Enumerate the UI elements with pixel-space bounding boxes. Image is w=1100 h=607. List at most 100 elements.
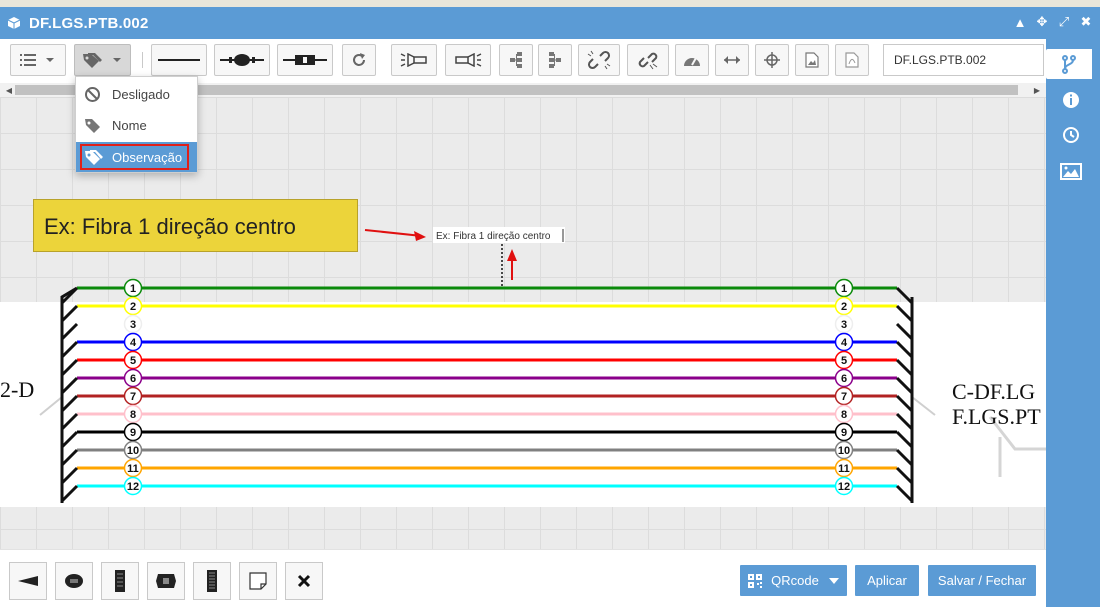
flashlight-left-button[interactable] (391, 44, 437, 76)
toolbar-separator (142, 52, 143, 68)
tag-icon (82, 53, 121, 68)
cable-band (0, 302, 1046, 507)
cube-icon (7, 17, 21, 29)
sidebar-item-pictures[interactable] (1051, 156, 1091, 186)
connector-icon (283, 55, 327, 65)
sidebar-item-connections[interactable] (1046, 49, 1092, 79)
fiber-right-number: 8 (841, 409, 847, 421)
diagram-name-input[interactable] (883, 44, 1044, 76)
splice-node-icon (220, 54, 264, 66)
connector-box-icon (156, 574, 176, 588)
scroll-right-icon[interactable]: ▶ (1030, 83, 1044, 97)
splice-node-button[interactable] (214, 44, 270, 76)
sidebar-item-info[interactable] (1051, 85, 1091, 115)
fiber-left-number: 3 (130, 319, 136, 331)
link-break-button[interactable] (627, 44, 669, 76)
fiber-right-number: 12 (838, 481, 850, 493)
crosshair-button[interactable] (755, 44, 789, 76)
label-dropdown-button[interactable] (74, 44, 131, 76)
fiber-right-number: 10 (838, 445, 850, 457)
menu-item-label: Nome (112, 118, 147, 133)
expand-icon[interactable]: ⤢ (1056, 14, 1072, 30)
apply-button[interactable]: Aplicar (855, 565, 919, 596)
fiber-left-number: 6 (130, 373, 136, 385)
qrcode-button[interactable]: QRcode (740, 565, 847, 596)
add-wedge-button[interactable] (9, 562, 47, 600)
fiber-left-number: 12 (127, 481, 139, 493)
move-icon[interactable]: ✥ (1034, 14, 1050, 30)
close-window-icon[interactable]: ✖ (1078, 14, 1094, 30)
annotation-label[interactable]: Ex: Fibra 1 direção centro (436, 231, 551, 242)
collapse-icon[interactable]: ▲ (1012, 14, 1028, 30)
tree-left-icon (510, 52, 522, 68)
refresh-button[interactable] (342, 44, 376, 76)
flashlight-left-icon (400, 53, 427, 67)
export-image-button[interactable] (795, 44, 829, 76)
right-cable-label-1: C-DF.LG (952, 379, 1035, 404)
sidebar-item-history[interactable] (1051, 120, 1091, 150)
fiber-right-number: 2 (841, 301, 847, 313)
scroll-left-icon[interactable]: ◀ (2, 83, 16, 97)
app-window: DF.LGS.PTB.002 ▲ ✥ ⤢ ✖ DF.LGS.PTB.002 ◀ … (0, 0, 1100, 607)
fiber-right-number: 11 (838, 463, 850, 475)
add-connector-box-button[interactable] (147, 562, 185, 600)
right-cable-label-2: F.LGS.PT (952, 404, 1041, 429)
add-note-button[interactable] (239, 562, 277, 600)
pdf-icon (845, 52, 859, 68)
rack-icon (207, 570, 217, 592)
remove-button[interactable] (285, 562, 323, 600)
red-arrowhead-right (414, 231, 426, 241)
tree-right-icon (549, 52, 561, 68)
tree-right-button[interactable] (538, 44, 572, 76)
picture-icon (1060, 162, 1082, 180)
fiber-right-number: 7 (841, 391, 847, 403)
fiber-right-number: 3 (841, 319, 847, 331)
menu-item-nome[interactable]: Nome (76, 110, 197, 140)
list-dropdown-button[interactable] (10, 44, 66, 76)
unlink-button[interactable] (578, 44, 620, 76)
red-arrowhead-up (507, 249, 517, 261)
wedge-icon (18, 576, 38, 586)
gauge-icon (684, 57, 700, 66)
right-sidebar (1046, 39, 1100, 607)
fiber-right-number: 5 (841, 355, 847, 367)
fiber-left-number: 10 (127, 445, 139, 457)
add-round-node-button[interactable] (55, 562, 93, 600)
list-icon (20, 54, 54, 66)
menu-item-desligado[interactable]: Desligado (76, 79, 197, 109)
note-icon (249, 572, 267, 590)
fiber-left-number: 11 (127, 463, 139, 475)
tag-icon (85, 119, 100, 133)
add-rack-button[interactable] (193, 562, 231, 600)
menu-item-observacao[interactable]: Observação (76, 142, 197, 172)
add-splitter-button[interactable] (101, 562, 139, 600)
crosshair-icon (764, 52, 780, 68)
fiber-left-number: 4 (130, 337, 137, 349)
red-arrow-right (364, 229, 423, 237)
splitter-icon (115, 570, 125, 592)
caret-down-icon (828, 577, 839, 584)
history-icon (1063, 127, 1079, 143)
export-pdf-button[interactable] (835, 44, 869, 76)
highlight-box (80, 144, 189, 170)
gauge-button[interactable] (675, 44, 709, 76)
save-close-button[interactable]: Salvar / Fechar (928, 565, 1036, 596)
menu-item-label: Desligado (112, 87, 170, 102)
tree-left-button[interactable] (499, 44, 533, 76)
branch-icon (1062, 55, 1076, 74)
fiber-left-number: 9 (130, 427, 136, 439)
flashlight-right-button[interactable] (445, 44, 491, 76)
window-title: DF.LGS.PTB.002 (29, 15, 149, 32)
line-button[interactable] (151, 44, 207, 76)
fiber-right-number: 9 (841, 427, 847, 439)
arrows-horizontal-icon (724, 56, 740, 64)
fiber-left-number: 8 (130, 409, 136, 421)
link-break-icon (638, 52, 658, 70)
background-map-strip (0, 0, 1100, 7)
horizontal-arrows-button[interactable] (715, 44, 749, 76)
fiber-left-number: 5 (130, 355, 136, 367)
qrcode-label: QRcode (771, 573, 819, 588)
fiber-left-number: 1 (130, 283, 136, 295)
fiber-right-number: 6 (841, 373, 847, 385)
connector-button[interactable] (277, 44, 333, 76)
